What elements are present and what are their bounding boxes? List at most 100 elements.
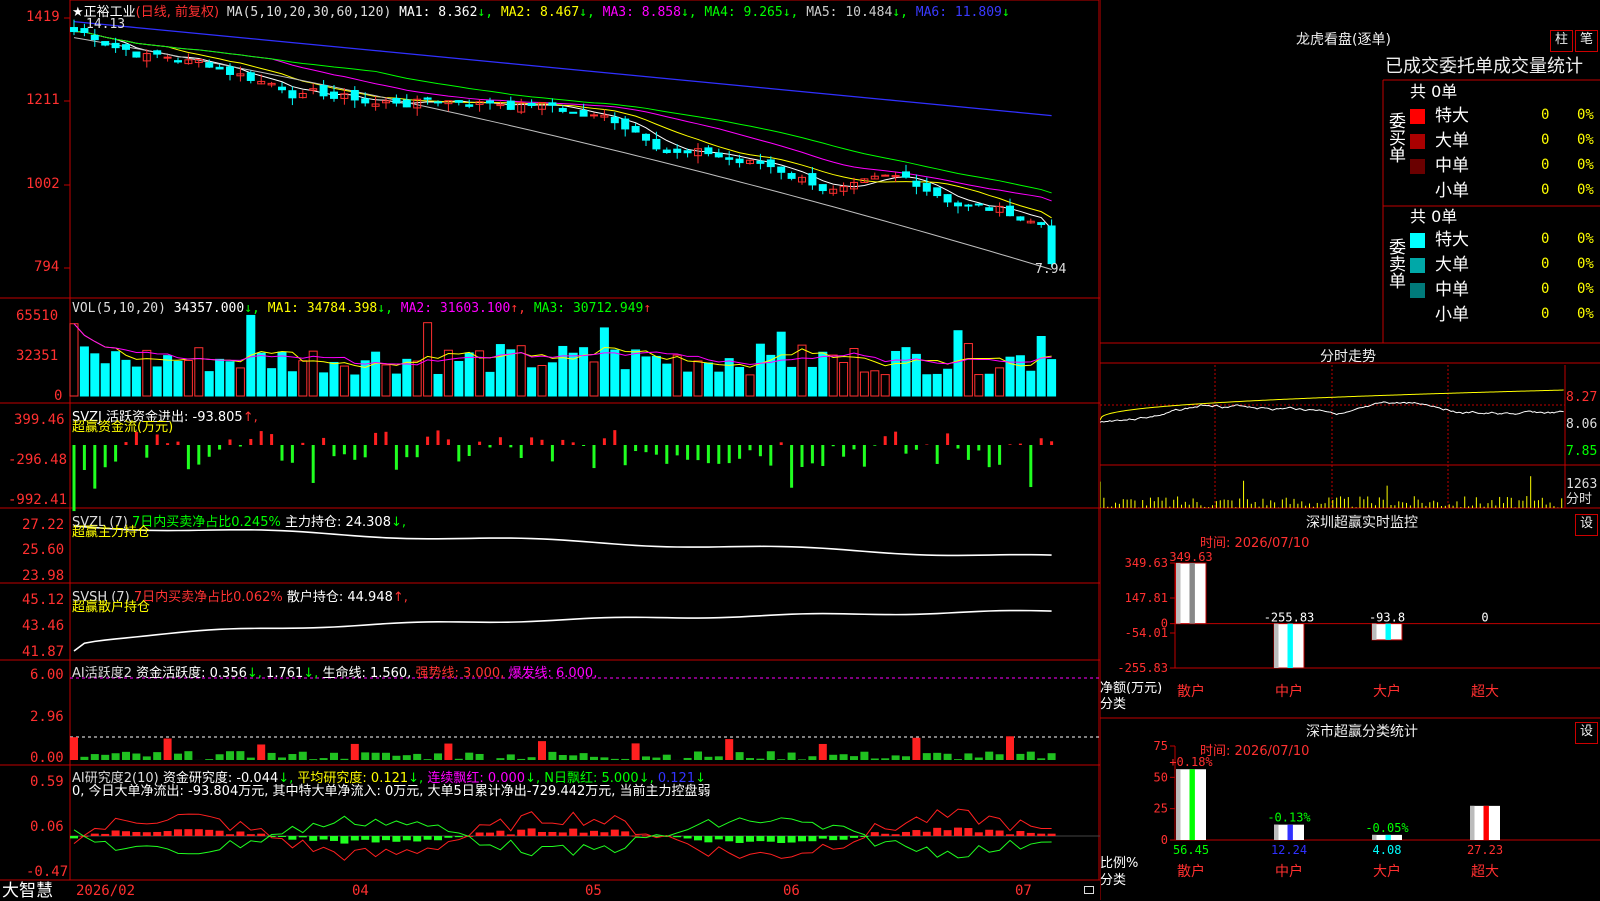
svsh-subtitle: 超赢散户持仓 [72,601,150,615]
volume-bar [528,368,536,396]
active-bar [330,753,338,760]
active-bar [881,758,889,760]
research-bar [975,832,983,836]
volume-bar [694,361,702,396]
volume-bar [299,361,307,396]
fund-flow-bar [790,445,793,488]
candle-body [570,112,577,113]
volume-bar [413,361,421,396]
fund-flow-bar [270,434,273,445]
active-bar [278,757,286,760]
research-bar [434,836,442,840]
fund-flow-bar [385,432,388,445]
fund-flow-bar [333,445,336,456]
active-bar [756,759,764,760]
fund-flow-bar [281,445,284,461]
volume-bar [673,355,681,396]
period-label[interactable]: (日线, 前复权) [136,5,219,20]
retail-holding-line [74,611,1052,651]
volume-bar [715,372,723,396]
fund-flow-bar [499,437,502,445]
fund-flow-bar [967,445,970,460]
volume-bar [496,345,504,396]
research-bar [528,828,536,836]
active-bar [538,741,546,760]
active-bar [507,754,515,760]
volume-bar [143,350,151,396]
fund-flow-bar [447,439,450,445]
star-icon[interactable]: ★ [72,5,84,20]
volume-bar [621,370,629,396]
bar-value-label: 12.24 [1271,843,1307,857]
fund-flow-bar [811,445,814,463]
bar-value-label: -255.83 [1264,611,1315,625]
fund-flow-bar [93,445,96,489]
volume-bar [819,352,827,396]
active-bar [621,759,629,760]
fund-flow-bar [208,445,211,457]
svzl-ratio: 7日内买卖净占比0.245% [132,515,281,530]
volume-bar [101,364,109,396]
active-bar [392,756,400,760]
volume-bar [684,372,692,396]
candle-body [435,102,442,103]
order-size-swatch [1410,184,1425,199]
dragon-tabs[interactable]: 已成交委托单成交量统计 [1385,57,1583,77]
volume-bar [590,362,598,396]
intraday-vol-tick-1: 1263 [1566,478,1597,492]
fund-flow-bar [998,445,1001,465]
fund-flow-bar [1040,438,1043,445]
active-bar [1037,758,1045,760]
volume-bar [465,353,473,396]
fund-flow-bars-layer [73,430,1054,511]
research-bar [767,836,775,842]
active-bar [590,757,598,760]
research-bar [476,832,484,836]
active-bar [892,755,900,760]
lock-icon[interactable] [1084,886,1094,894]
research-bar [632,836,640,837]
classify-unit-label: 比例% [1100,857,1138,871]
volume-bar [80,347,88,396]
pen-mode-button[interactable]: 笔 [1575,30,1598,52]
volume-bar [923,375,931,396]
svzl-y-tick-1: 27.22 [22,518,64,532]
candle-body [923,184,930,192]
order-count: 0 [1541,183,1549,197]
volume-bar [850,349,858,396]
kline-chart-area[interactable] [0,0,1100,900]
candle-body [591,115,598,116]
volume-bar [933,374,941,396]
research-bar [413,836,421,841]
intraday-chart[interactable] [1100,365,1600,508]
research-bar [996,831,1004,836]
fund-flow-bar [728,445,731,463]
active-bar [112,753,120,760]
active-bar [153,752,161,760]
research-bar [715,836,723,839]
candle-body [247,73,254,81]
volume-bar [288,372,296,396]
ma3-value: MA3: 8.858 [603,5,681,20]
fund-flow-bar [73,445,76,511]
fund-flow-bar [749,445,752,450]
volume-bar [808,367,816,396]
active-bar [174,754,182,760]
active-bar [829,755,837,760]
fund-flow-bar [374,433,377,445]
active-bar [912,738,920,760]
app-brand[interactable]: 大智慧 [2,882,53,900]
volume-bar [788,367,796,396]
bar-mode-button[interactable]: 柱 [1550,30,1573,52]
volume-bar [944,369,952,396]
active-bar [101,755,109,760]
fund-flow-bar [988,445,991,467]
active-bar [725,739,733,760]
volume-bar [652,356,660,396]
research-bar [933,828,941,836]
research-bar [153,832,161,836]
fund-flow-bar [145,445,148,458]
order-size-swatch [1410,134,1425,149]
active-bar [964,753,972,760]
volume-bar [184,360,192,396]
